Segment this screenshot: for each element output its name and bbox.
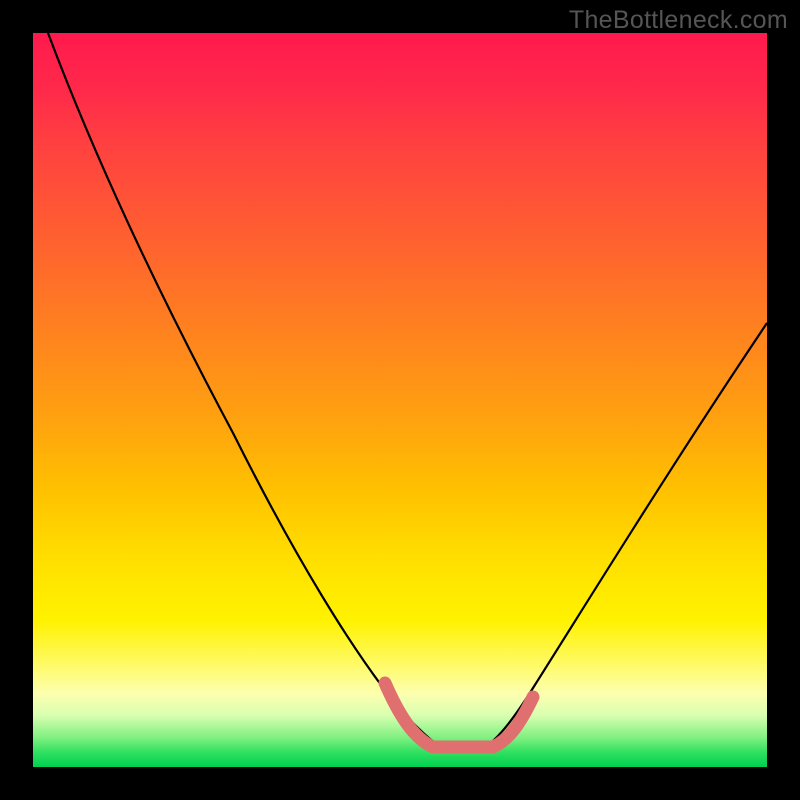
chart-svg (33, 33, 767, 767)
watermark-text: TheBottleneck.com (569, 6, 788, 35)
bottleneck-curve (48, 33, 767, 748)
chart-plot-area (33, 33, 767, 767)
optimal-range-highlight (385, 683, 533, 747)
